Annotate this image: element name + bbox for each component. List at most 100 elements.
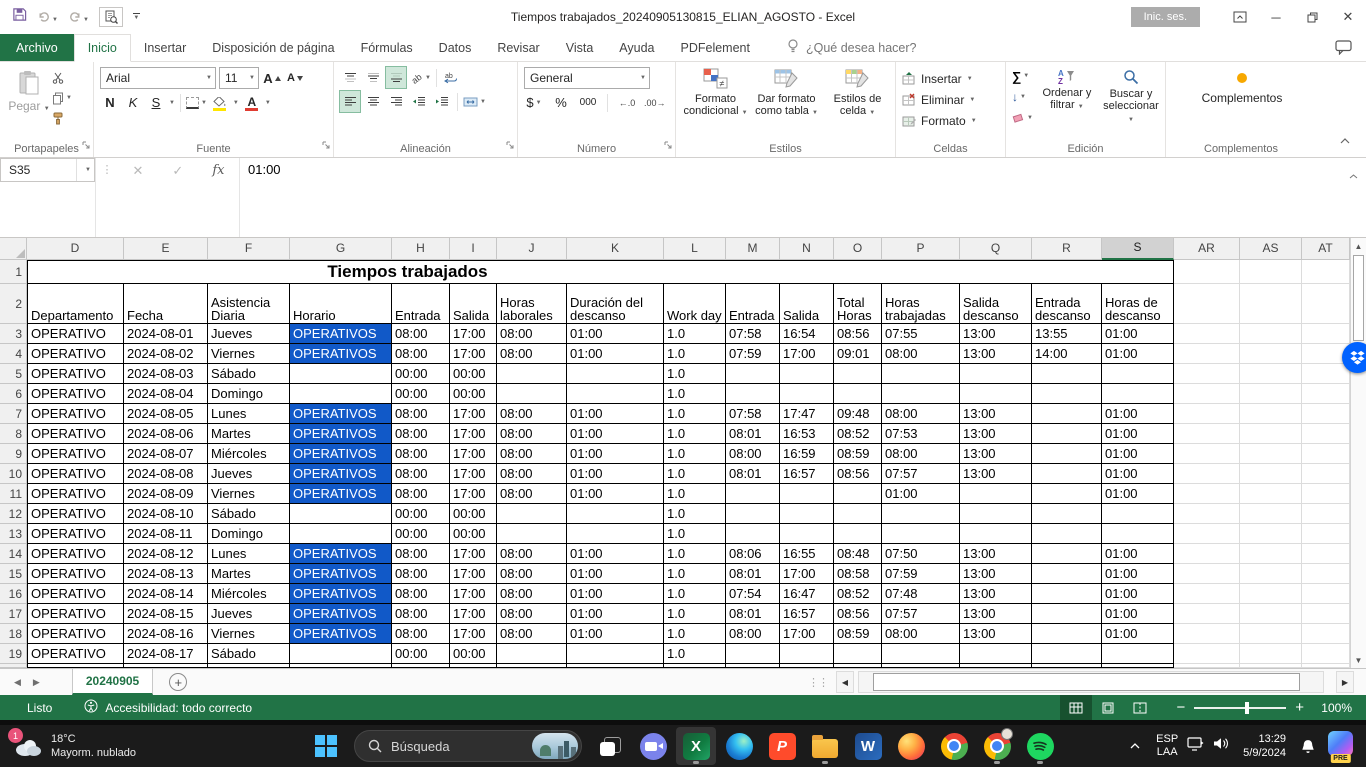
increase-font-icon[interactable]: A [262, 68, 282, 89]
cell[interactable] [1240, 504, 1302, 524]
cell[interactable]: 01:00 [1102, 404, 1174, 424]
cell[interactable] [1302, 484, 1350, 504]
cell[interactable] [1302, 324, 1350, 344]
scroll-up-icon[interactable]: ▲ [1351, 238, 1366, 254]
cell[interactable]: 01:00 [567, 404, 664, 424]
cell[interactable]: 07:57 [882, 604, 960, 624]
cell[interactable] [1240, 484, 1302, 504]
scroll-down-icon[interactable]: ▼ [1351, 652, 1366, 668]
ribbon-tab-vista[interactable]: Vista [553, 34, 607, 61]
cell[interactable]: 07:55 [882, 324, 960, 344]
sheet-tab-active[interactable]: 20240905 [72, 669, 153, 695]
copilot-icon[interactable]: PRE [1327, 731, 1354, 761]
clipboard-dialog-launcher-icon[interactable] [82, 136, 90, 154]
cell[interactable] [1240, 324, 1302, 344]
cell[interactable]: OPERATIVO [27, 604, 124, 624]
cell[interactable] [726, 384, 780, 404]
vertical-scroll-thumb[interactable] [1353, 255, 1364, 341]
cell[interactable] [1240, 644, 1302, 664]
cell[interactable]: 16:59 [780, 444, 834, 464]
cell[interactable]: Domingo [208, 384, 290, 404]
cell[interactable]: 17:00 [450, 464, 497, 484]
cell[interactable] [834, 644, 882, 664]
cell[interactable] [208, 664, 290, 668]
collapse-ribbon-icon[interactable] [1340, 131, 1350, 149]
cell[interactable] [1174, 644, 1240, 664]
cell[interactable]: Lunes [208, 544, 290, 564]
customize-qat-icon[interactable]: ▼ [133, 13, 140, 21]
cell[interactable] [1240, 384, 1302, 404]
cell[interactable] [1302, 384, 1350, 404]
cell[interactable]: 08:01 [726, 604, 780, 624]
file-explorer-taskbar-button[interactable] [805, 727, 845, 765]
cell-header[interactable]: Work day [664, 284, 726, 324]
cell[interactable]: 08:01 [726, 464, 780, 484]
cell[interactable] [1240, 524, 1302, 544]
cell[interactable] [567, 664, 664, 668]
cell[interactable] [1174, 364, 1240, 384]
cell[interactable] [1174, 604, 1240, 624]
ribbon-tab-ayuda[interactable]: Ayuda [606, 34, 667, 61]
cell[interactable]: 13:00 [960, 584, 1032, 604]
ribbon-display-options-icon[interactable] [1222, 0, 1258, 34]
addins-button[interactable]: Complementos [1202, 65, 1283, 141]
column-header-o[interactable]: O [834, 238, 882, 260]
cell[interactable]: OPERATIVOS [290, 584, 392, 604]
align-bottom-icon[interactable] [386, 67, 406, 88]
cell[interactable]: 16:57 [780, 604, 834, 624]
ribbon-tab-inicio[interactable]: Inicio [74, 34, 131, 62]
cell[interactable]: 17:00 [450, 344, 497, 364]
cell[interactable]: 01:00 [567, 424, 664, 444]
cell[interactable] [780, 644, 834, 664]
cell[interactable]: 08:56 [834, 464, 882, 484]
cell[interactable] [1240, 444, 1302, 464]
wrap-text-icon[interactable]: ab [442, 67, 462, 88]
cell[interactable]: 1.0 [664, 344, 726, 364]
cell[interactable] [567, 364, 664, 384]
cell[interactable] [834, 524, 882, 544]
cell[interactable]: 01:00 [1102, 584, 1174, 604]
cell[interactable] [1174, 664, 1240, 668]
cell[interactable] [290, 644, 392, 664]
cell[interactable] [1102, 664, 1174, 668]
cell[interactable] [1302, 624, 1350, 644]
currency-format-icon[interactable]: $▼ [524, 92, 544, 113]
row-header-2[interactable]: 2 [0, 284, 27, 324]
row-header-1[interactable]: 1 [0, 260, 27, 284]
cell-header[interactable]: Entrada [392, 284, 450, 324]
insert-function-icon[interactable]: fx [212, 163, 224, 178]
cell[interactable]: 14:00 [1032, 344, 1102, 364]
cell-header[interactable]: Total Horas [834, 284, 882, 324]
cell[interactable]: 00:00 [392, 364, 450, 384]
row-header-15[interactable]: 15 [0, 564, 27, 584]
cell[interactable] [1032, 424, 1102, 444]
column-header-n[interactable]: N [780, 238, 834, 260]
align-top-icon[interactable] [340, 67, 360, 88]
cell[interactable] [1302, 504, 1350, 524]
cell[interactable]: 09:48 [834, 404, 882, 424]
cell[interactable] [960, 364, 1032, 384]
select-all-corner[interactable] [0, 238, 27, 260]
fill-color-icon[interactable] [210, 92, 230, 113]
cell[interactable]: OPERATIVO [27, 484, 124, 504]
name-box[interactable]: S35 ▼ [0, 158, 95, 182]
cell[interactable]: OPERATIVOS [290, 564, 392, 584]
formula-input[interactable]: 01:00 [240, 158, 1366, 237]
row-header-19[interactable]: 19 [0, 644, 27, 664]
cell[interactable] [1240, 564, 1302, 584]
cell[interactable] [1240, 364, 1302, 384]
format-cells-button[interactable]: Formato▼ [902, 110, 1001, 131]
cell[interactable]: 08:00 [497, 404, 567, 424]
cell[interactable]: OPERATIVOS [290, 324, 392, 344]
collapse-formula-bar-icon[interactable] [1349, 166, 1358, 184]
cell[interactable]: 2024-08-15 [124, 604, 208, 624]
cell[interactable]: 2024-08-03 [124, 364, 208, 384]
cell[interactable] [567, 524, 664, 544]
find-select-button[interactable]: Buscar y seleccionar ▼ [1101, 66, 1161, 141]
cell[interactable]: 2024-08-14 [124, 584, 208, 604]
column-header-l[interactable]: L [664, 238, 726, 260]
cell[interactable] [1240, 604, 1302, 624]
cell[interactable] [960, 664, 1032, 668]
cell[interactable]: 08:00 [392, 324, 450, 344]
cell[interactable]: 08:00 [497, 584, 567, 604]
